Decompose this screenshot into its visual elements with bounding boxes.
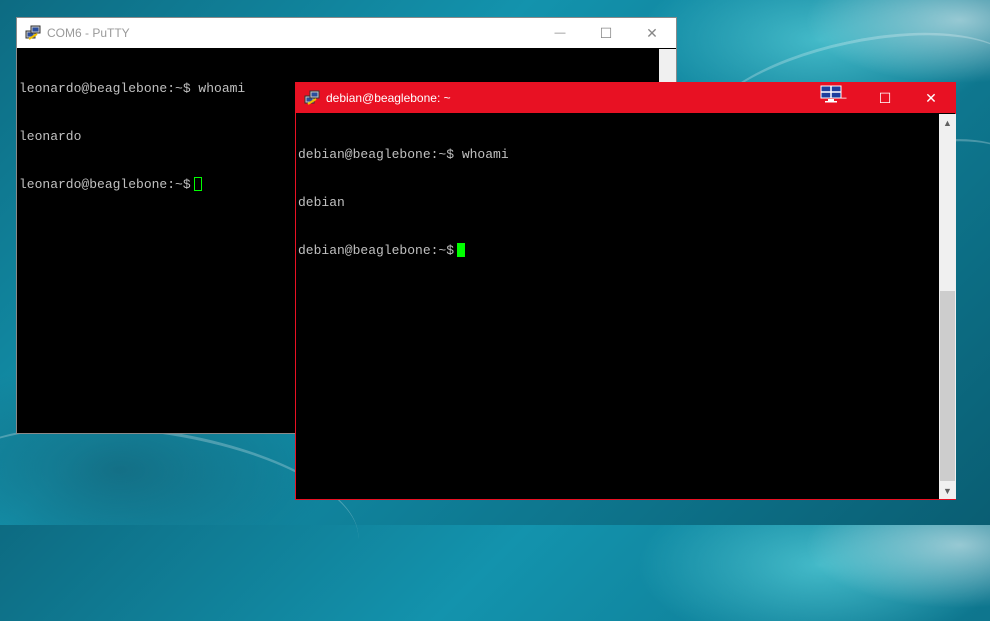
terminal-prompt: debian@beaglebone:~$ — [298, 243, 455, 258]
maximize-button[interactable]: ☐ — [583, 18, 629, 48]
text-cursor — [193, 177, 202, 191]
terminal-line: leonardo@beaglebone:~$ — [19, 177, 245, 193]
vertical-scrollbar[interactable]: ▲ ▼ — [939, 114, 956, 499]
terminal-line: leonardo@beaglebone:~$ whoami — [19, 81, 246, 96]
close-button[interactable]: ✕ — [629, 18, 675, 48]
terminal-prompt: leonardo@beaglebone:~$ — [19, 177, 191, 192]
window-title: COM6 - PuTTY — [47, 26, 130, 40]
window-title: debian@beaglebone: ~ — [326, 91, 451, 105]
text-cursor — [457, 243, 466, 257]
scroll-down-arrow-icon[interactable]: ▼ — [939, 482, 956, 499]
terminal-output[interactable]: leonardo@beaglebone:~$ whoami leonardo l… — [19, 49, 245, 225]
putty-window-debian[interactable]: debian@beaglebone: ~ — ☐ ✕ debian@beagle… — [295, 82, 956, 500]
terminal-line: debian@beaglebone:~$ — [298, 243, 509, 259]
terminal-line: debian@beaglebone:~$ whoami — [298, 147, 509, 162]
minimize-button[interactable]: — — [818, 83, 864, 113]
scroll-up-arrow-icon[interactable]: ▲ — [939, 114, 956, 131]
terminal-line: debian — [298, 195, 345, 210]
terminal-line: leonardo — [19, 129, 82, 144]
close-button[interactable]: ✕ — [908, 83, 954, 113]
scroll-thumb[interactable] — [940, 291, 955, 481]
maximize-button[interactable]: ☐ — [862, 83, 908, 113]
minimize-button[interactable]: — — [537, 18, 583, 48]
terminal-output[interactable]: debian@beaglebone:~$ whoami debian debia… — [298, 115, 509, 291]
putty-icon — [304, 90, 320, 105]
putty-icon — [25, 25, 41, 40]
